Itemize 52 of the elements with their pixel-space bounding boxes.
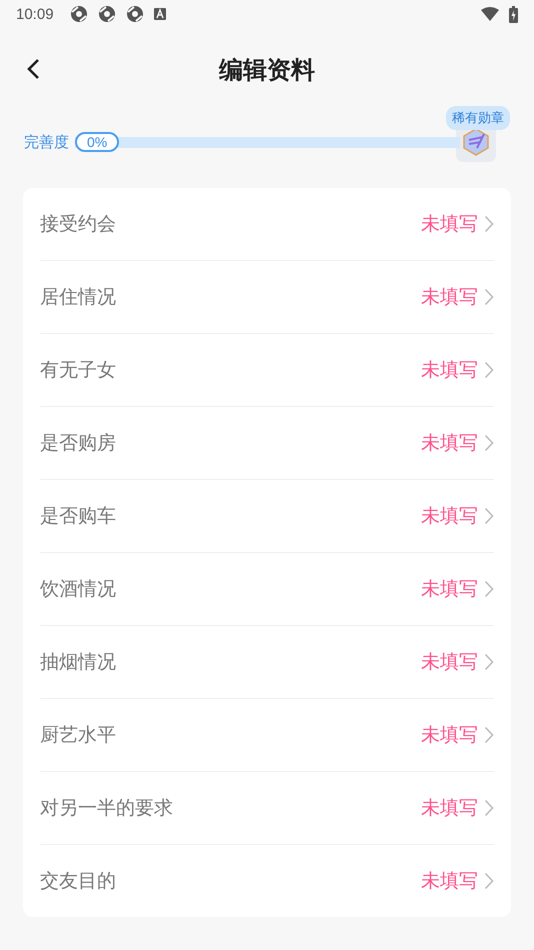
chevron-icon bbox=[484, 799, 494, 817]
chevron-icon bbox=[484, 580, 494, 598]
field-value: 未填写 bbox=[421, 796, 478, 821]
field-value: 未填写 bbox=[421, 577, 478, 602]
battery-icon bbox=[509, 6, 518, 22]
profile-field-row[interactable]: 对另一半的要求 未填写 bbox=[40, 772, 494, 845]
field-label: 饮酒情况 bbox=[40, 577, 117, 602]
chevron-icon bbox=[484, 653, 494, 671]
field-label: 对另一半的要求 bbox=[40, 796, 174, 821]
field-label: 有无子女 bbox=[40, 358, 117, 383]
field-label: 厨艺水平 bbox=[40, 723, 117, 748]
profile-field-row[interactable]: 居住情况 未填写 bbox=[40, 261, 494, 334]
chevron-icon bbox=[484, 288, 494, 306]
field-label: 接受约会 bbox=[40, 212, 117, 237]
keyboard-icon bbox=[154, 8, 166, 20]
field-label: 居住情况 bbox=[40, 285, 117, 310]
field-label: 抽烟情况 bbox=[40, 650, 117, 675]
profile-field-row[interactable]: 接受约会 未填写 bbox=[40, 188, 494, 261]
medal-tooltip: 稀有勋章 bbox=[446, 106, 510, 130]
profile-field-row[interactable]: 是否购房 未填写 bbox=[40, 407, 494, 480]
completeness-label: 完善度 bbox=[24, 132, 69, 152]
chevron-icon bbox=[484, 872, 494, 890]
profile-field-row[interactable]: 饮酒情况 未填写 bbox=[40, 553, 494, 626]
field-value: 未填写 bbox=[421, 431, 478, 456]
progress-reading: 0% bbox=[75, 132, 120, 152]
chevron-icon bbox=[484, 361, 494, 379]
profile-field-row[interactable]: 是否购车 未填写 bbox=[40, 480, 494, 553]
chevron-icon bbox=[484, 726, 494, 744]
app-notification-icon bbox=[70, 5, 88, 23]
app-notification-icon bbox=[126, 5, 144, 23]
status-time: 10:09 bbox=[16, 6, 54, 22]
field-label: 交友目的 bbox=[40, 869, 117, 894]
profile-field-row[interactable]: 交友目的 未填写 bbox=[40, 845, 494, 917]
chevron-icon bbox=[484, 434, 494, 452]
chevron-icon bbox=[484, 215, 494, 233]
field-value: 未填写 bbox=[421, 358, 478, 383]
field-value: 未填写 bbox=[421, 285, 478, 310]
back-icon bbox=[26, 58, 40, 80]
field-label: 是否购房 bbox=[40, 431, 117, 456]
profile-field-row[interactable]: 厨艺水平 未填写 bbox=[40, 699, 494, 772]
field-value: 未填写 bbox=[421, 650, 478, 675]
field-value: 未填写 bbox=[421, 504, 478, 529]
app-notification-icon bbox=[98, 5, 116, 23]
profile-field-row[interactable]: 有无子女 未填写 bbox=[40, 334, 494, 407]
field-value: 未填写 bbox=[421, 869, 478, 894]
field-label: 是否购车 bbox=[40, 504, 117, 529]
field-value: 未填写 bbox=[421, 723, 478, 748]
wifi-icon bbox=[481, 7, 499, 21]
field-value: 未填写 bbox=[421, 212, 478, 237]
profile-field-row[interactable]: 抽烟情况 未填写 bbox=[40, 626, 494, 699]
page-title: 编辑资料 bbox=[219, 55, 315, 86]
chevron-icon bbox=[484, 507, 494, 525]
